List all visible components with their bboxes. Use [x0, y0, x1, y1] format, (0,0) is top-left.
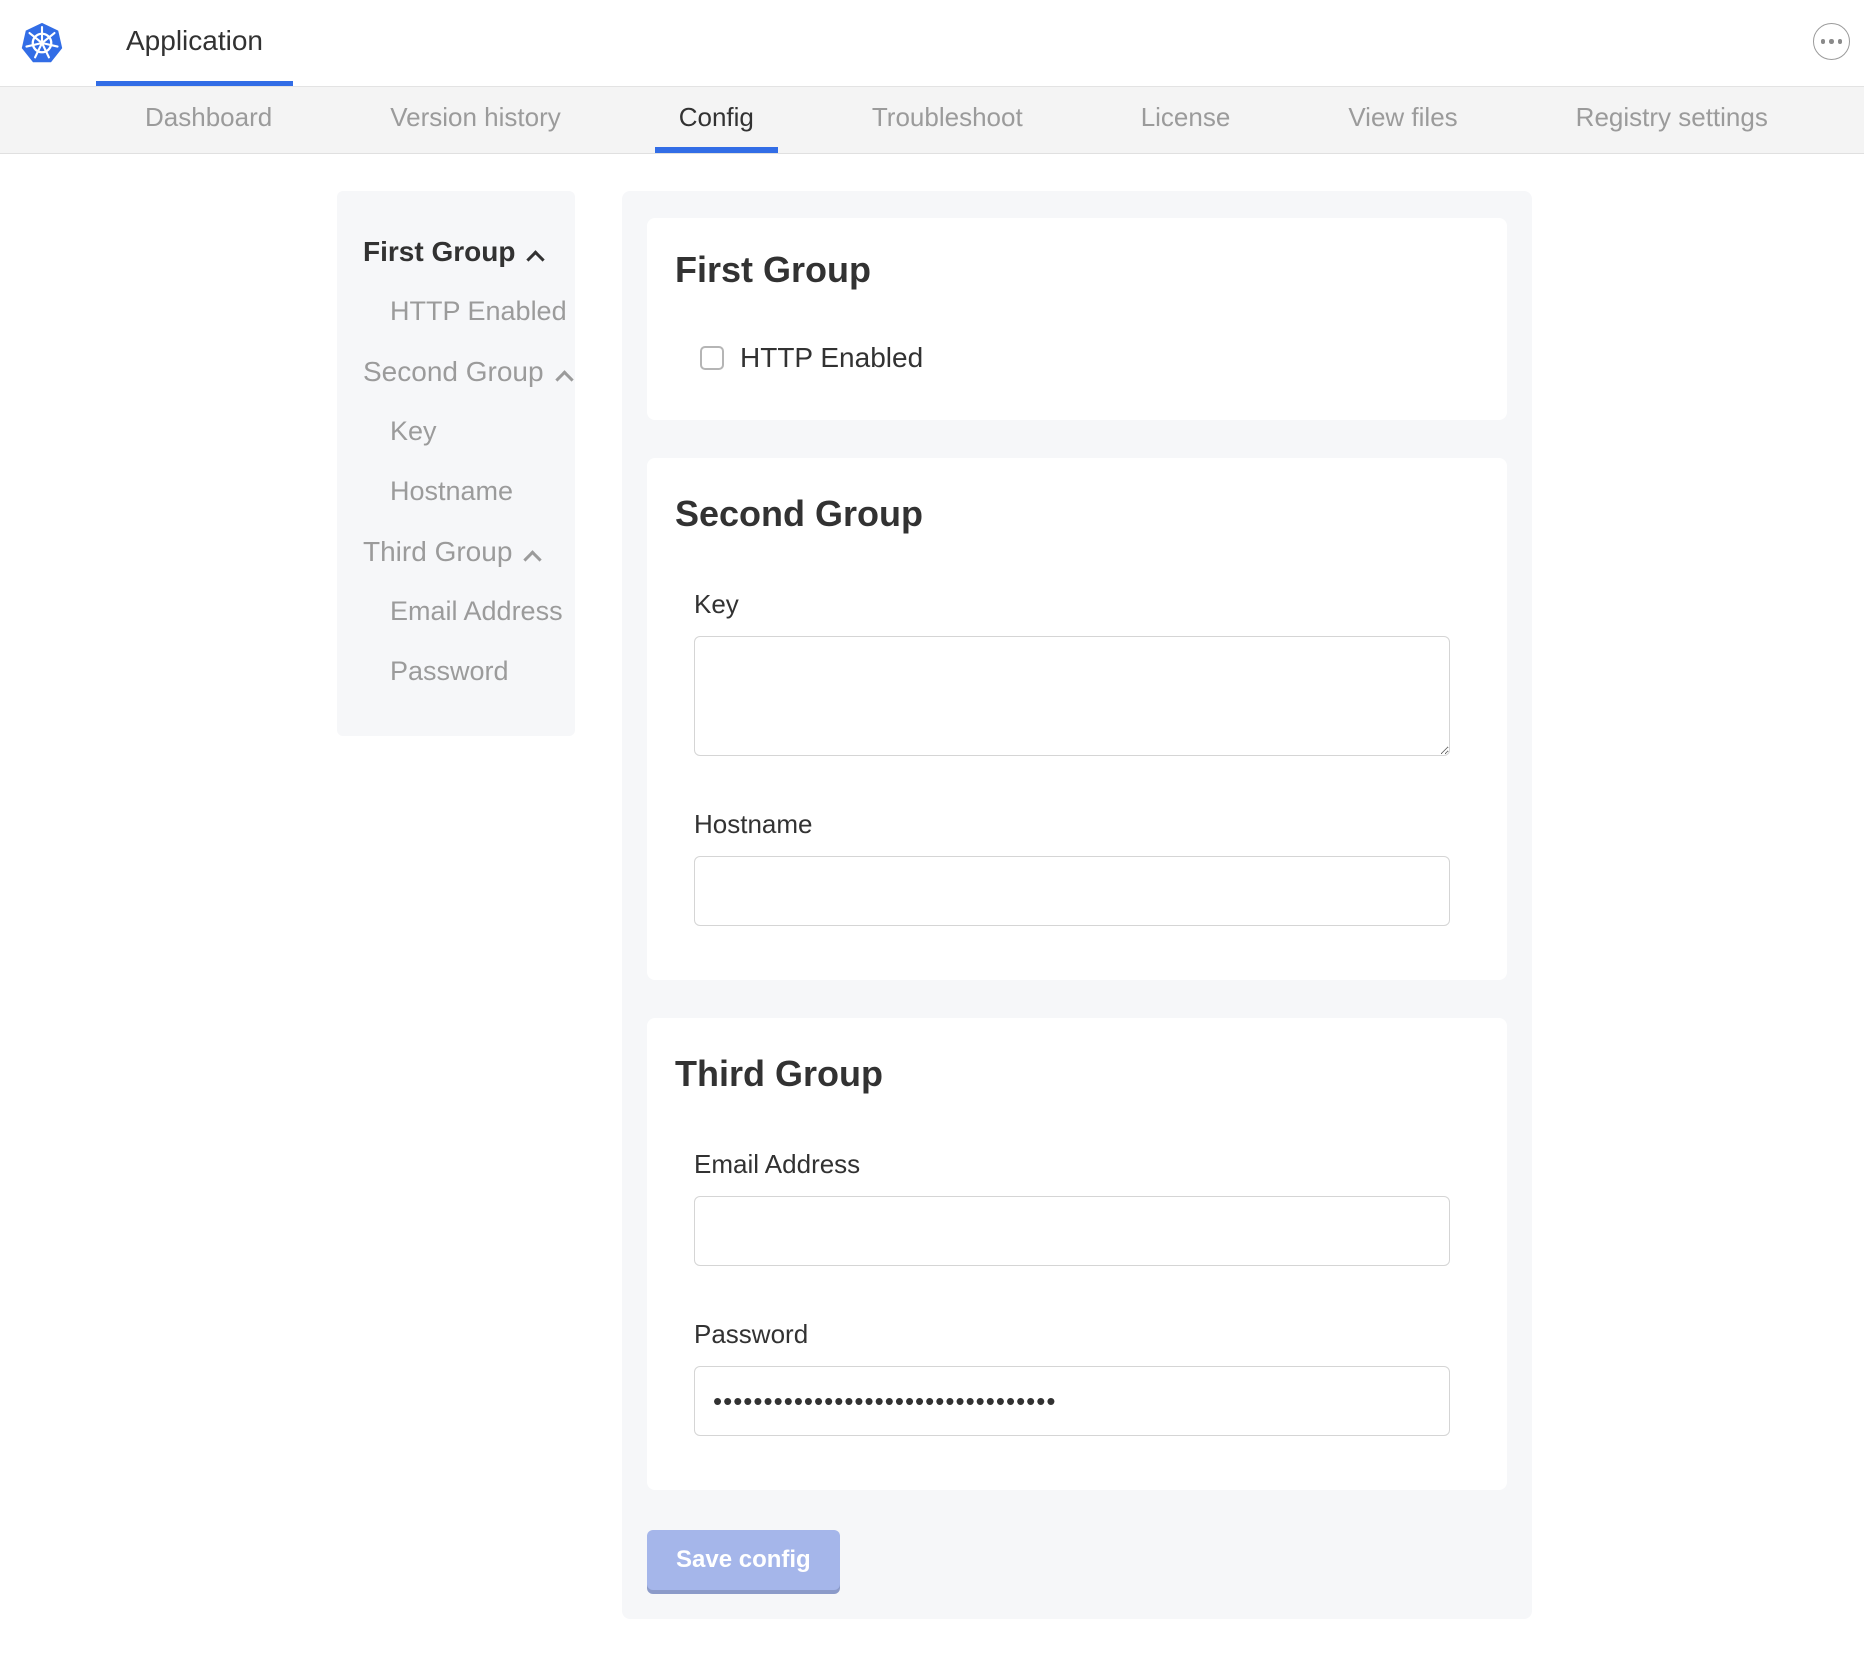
- sidebar-item-password[interactable]: Password: [337, 654, 575, 689]
- kubernetes-logo-icon: [21, 22, 63, 64]
- hostname-field: Hostname: [694, 808, 1479, 926]
- password-input[interactable]: [694, 1366, 1450, 1436]
- tab-dashboard[interactable]: Dashboard: [121, 87, 296, 153]
- sidebar-item-third-group[interactable]: Third Group: [337, 534, 575, 569]
- tab-config[interactable]: Config: [655, 87, 778, 153]
- password-field: Password: [694, 1318, 1479, 1436]
- chevron-up-icon: [527, 250, 545, 268]
- ellipsis-icon: [1821, 39, 1826, 44]
- chevron-up-icon: [555, 370, 573, 388]
- email-address-field: Email Address: [694, 1148, 1479, 1266]
- tab-troubleshoot[interactable]: Troubleshoot: [848, 87, 1047, 153]
- group-title: First Group: [675, 248, 1479, 292]
- tab-application[interactable]: Application: [96, 0, 293, 86]
- config-sidebar: First Group HTTP Enabled Second Group Ke…: [337, 191, 575, 736]
- sidebar-item-email-address[interactable]: Email Address: [337, 594, 575, 629]
- config-group-second: Second Group Key Hostname: [647, 458, 1507, 980]
- group-title: Second Group: [675, 492, 1479, 536]
- tab-view-files[interactable]: View files: [1324, 87, 1481, 153]
- app-header: Application: [0, 0, 1864, 86]
- hostname-input[interactable]: [694, 856, 1450, 926]
- email-address-input[interactable]: [694, 1196, 1450, 1266]
- config-form-area: First Group HTTP Enabled Second Group Ke…: [622, 191, 1532, 1619]
- app-tab-label: Application: [126, 25, 263, 57]
- tab-license[interactable]: License: [1117, 87, 1255, 153]
- app-navbar: Dashboard Version history Config Trouble…: [0, 86, 1864, 154]
- config-group-third: Third Group Email Address Password: [647, 1018, 1507, 1490]
- hostname-label: Hostname: [694, 808, 1479, 840]
- sidebar-item-second-group[interactable]: Second Group: [337, 354, 575, 389]
- tab-registry-settings[interactable]: Registry settings: [1552, 87, 1792, 153]
- sidebar-item-key[interactable]: Key: [337, 414, 575, 449]
- key-textarea[interactable]: [694, 636, 1450, 756]
- sidebar-item-first-group[interactable]: First Group: [337, 234, 575, 269]
- sidebar-item-http-enabled[interactable]: HTTP Enabled: [337, 294, 575, 329]
- http-enabled-checkbox[interactable]: [700, 346, 724, 370]
- http-enabled-field: HTTP Enabled: [700, 342, 1479, 374]
- more-options-button[interactable]: [1813, 23, 1850, 60]
- save-config-button[interactable]: Save config: [647, 1530, 840, 1590]
- password-label: Password: [694, 1318, 1479, 1350]
- http-enabled-label: HTTP Enabled: [740, 342, 923, 374]
- config-group-first: First Group HTTP Enabled: [647, 218, 1507, 420]
- sidebar-item-hostname[interactable]: Hostname: [337, 474, 575, 509]
- email-address-label: Email Address: [694, 1148, 1479, 1180]
- group-title: Third Group: [675, 1052, 1479, 1096]
- chevron-up-icon: [524, 550, 542, 568]
- key-field: Key: [694, 588, 1479, 756]
- page: Application Dashboard Version history Co…: [0, 0, 1864, 1680]
- tab-version-history[interactable]: Version history: [366, 87, 585, 153]
- key-label: Key: [694, 588, 1479, 620]
